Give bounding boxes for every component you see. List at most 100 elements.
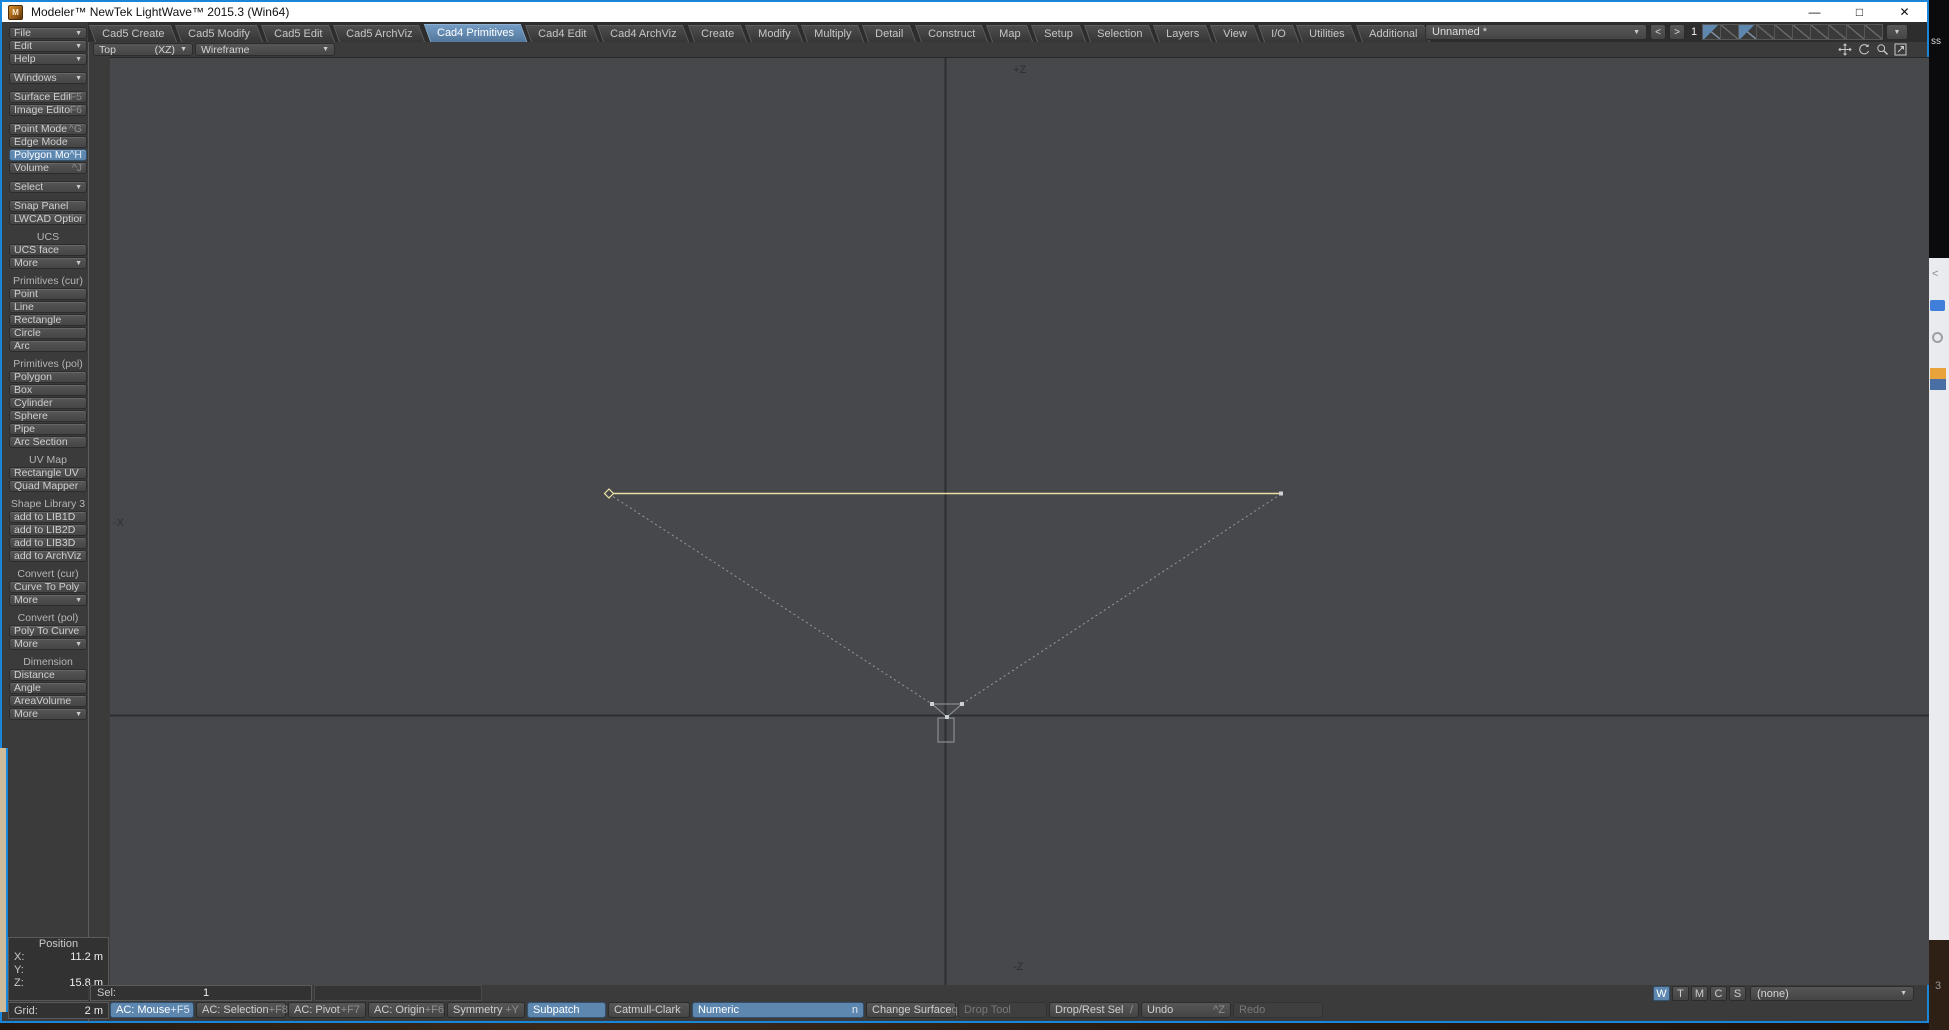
rotate-icon[interactable]: [1857, 43, 1871, 56]
tab-multiply[interactable]: Multiply: [801, 25, 864, 42]
tab-layers[interactable]: Layers: [1153, 25, 1212, 42]
sidebar-item-add-to-lib2d[interactable]: add to LIB2D: [9, 524, 87, 536]
sidebar-item-edge-mode[interactable]: Edge Mode: [9, 136, 87, 148]
sidebar-item-windows[interactable]: Windows▼: [9, 72, 87, 84]
toolbar-numeric[interactable]: Numericn: [692, 1002, 864, 1018]
tab-cad5-modify[interactable]: Cad5 Modify: [175, 25, 263, 42]
sidebar-item-polygon[interactable]: Polygon: [9, 371, 87, 383]
toolbar-change-surface[interactable]: Change Surfaceq: [866, 1002, 956, 1018]
sidebar-item-volume[interactable]: Volume^J: [9, 162, 87, 174]
sidebar-item-point-mode[interactable]: Point Mode^G: [9, 123, 87, 135]
tab-cad4-archviz[interactable]: Cad4 ArchViz: [597, 25, 690, 42]
sidebar-item-snap-panel[interactable]: Snap Panel: [9, 200, 87, 212]
sidebar-item-quad-mapper-uv[interactable]: Quad Mapper UV: [9, 480, 87, 492]
toolbar-ac-origin[interactable]: AC: Origin+F6: [368, 1002, 445, 1018]
toolbar-ac-selection[interactable]: AC: Selection+F8: [196, 1002, 286, 1018]
tab-setup[interactable]: Setup: [1031, 25, 1086, 42]
sidebar-item-surface-editor[interactable]: Surface EditorF5: [9, 91, 87, 103]
sidebar-item-image-editor[interactable]: Image EditorF6: [9, 104, 87, 116]
mode-button-w[interactable]: W: [1653, 986, 1670, 1001]
minimize-button[interactable]: —: [1792, 2, 1837, 22]
tab-construct[interactable]: Construct: [914, 25, 987, 42]
sidebar-item-point[interactable]: Point: [9, 288, 87, 300]
toolbar-catmull-clark[interactable]: Catmull-Clark: [608, 1002, 690, 1018]
sidebar-item-select[interactable]: Select▼: [9, 181, 87, 193]
close-button[interactable]: ✕: [1882, 2, 1927, 22]
tab-additional[interactable]: Additional: [1356, 25, 1431, 42]
toolbar-ac-mouse[interactable]: AC: Mouse+F5: [110, 1002, 194, 1018]
toolbar-symmetry[interactable]: Symmetry+Y: [447, 1002, 525, 1018]
sidebar-item-more[interactable]: More▼: [9, 594, 87, 606]
sidebar-item-more[interactable]: More▼: [9, 708, 87, 720]
sidebar-item-edit[interactable]: Edit▼: [9, 40, 87, 52]
layer-cell-1[interactable]: [1702, 24, 1721, 40]
sidebar-item-polygon-mode[interactable]: Polygon Mode^H: [9, 149, 87, 161]
mode-button-m[interactable]: M: [1691, 986, 1708, 1001]
sidebar-item-more[interactable]: More▼: [9, 638, 87, 650]
sidebar-item-lwcad-options[interactable]: LWCAD Options: [9, 213, 87, 225]
sidebar-item-rectangle-uv[interactable]: Rectangle UV: [9, 467, 87, 479]
vertex-map-dropdown[interactable]: (none) ▼: [1750, 986, 1914, 1001]
layer-cell-7[interactable]: [1810, 24, 1829, 40]
sidebar-item-distance[interactable]: Distance: [9, 669, 87, 681]
layer-cell-9[interactable]: [1846, 24, 1865, 40]
maximize-button[interactable]: □: [1837, 2, 1882, 22]
sidebar-item-curve-to-poly[interactable]: Curve To Poly: [9, 581, 87, 593]
tab-cad5-create[interactable]: Cad5 Create: [89, 25, 178, 42]
tab-view[interactable]: View: [1210, 25, 1260, 42]
tab-utilities[interactable]: Utilities: [1296, 25, 1358, 42]
viewport[interactable]: +Z -X -Z: [110, 57, 1929, 985]
sidebar-item-areavolume[interactable]: AreaVolume: [9, 695, 87, 707]
tab-cad4-edit[interactable]: Cad4 Edit: [525, 25, 600, 42]
tab-cad5-edit[interactable]: Cad5 Edit: [261, 25, 336, 42]
layer-cell-3[interactable]: [1738, 24, 1757, 40]
tab-map[interactable]: Map: [986, 25, 1034, 42]
prev-layer-bank-button[interactable]: <: [1650, 24, 1666, 40]
sidebar-item-add-to-lib3d[interactable]: add to LIB3D: [9, 537, 87, 549]
sidebar-item-box[interactable]: Box: [9, 384, 87, 396]
sidebar-item-line[interactable]: Line: [9, 301, 87, 313]
view-type-dropdown[interactable]: Top (XZ) ▼: [93, 43, 193, 56]
sidebar-item-sphere[interactable]: Sphere: [9, 410, 87, 422]
sidebar-item-poly-to-curve[interactable]: Poly To Curve: [9, 625, 87, 637]
sidebar-item-pipe[interactable]: Pipe: [9, 423, 87, 435]
tab-create[interactable]: Create: [688, 25, 747, 42]
next-layer-bank-button[interactable]: >: [1669, 24, 1685, 40]
mode-button-t[interactable]: T: [1672, 986, 1689, 1001]
sidebar-item-add-to-archviz[interactable]: add to ArchViz: [9, 550, 87, 562]
tab-cad4-primitives[interactable]: Cad4 Primitives: [424, 24, 528, 42]
layer-cell-10[interactable]: [1864, 24, 1883, 40]
sidebar-item-rectangle[interactable]: Rectangle: [9, 314, 87, 326]
render-mode-dropdown[interactable]: Wireframe ▼: [195, 43, 335, 56]
tab-selection[interactable]: Selection: [1084, 25, 1155, 42]
sidebar-item-angle[interactable]: Angle: [9, 682, 87, 694]
sidebar-item-help[interactable]: Help▼: [9, 53, 87, 65]
toolbar-ac-pivot[interactable]: AC: Pivot+F7: [288, 1002, 366, 1018]
mode-button-c[interactable]: C: [1710, 986, 1727, 1001]
toolbar-subpatch[interactable]: Subpatch: [527, 1002, 606, 1018]
tab-cad5-archviz[interactable]: Cad5 ArchViz: [333, 25, 426, 42]
sidebar-item-more[interactable]: More▼: [9, 257, 87, 269]
mode-button-s[interactable]: S: [1729, 986, 1746, 1001]
tab-modify[interactable]: Modify: [745, 25, 804, 42]
tab-i-o[interactable]: I/O: [1258, 25, 1299, 42]
layer-cell-5[interactable]: [1774, 24, 1793, 40]
sidebar-item-ucs-face[interactable]: UCS face: [9, 244, 87, 256]
zoom-icon[interactable]: [1876, 43, 1889, 56]
layer-cell-8[interactable]: [1828, 24, 1847, 40]
sidebar-item-cylinder[interactable]: Cylinder: [9, 397, 87, 409]
sidebar-item-arc[interactable]: Arc: [9, 340, 87, 352]
layer-cell-6[interactable]: [1792, 24, 1811, 40]
maximize-viewport-icon[interactable]: [1894, 43, 1907, 56]
sidebar-item-arc-section[interactable]: Arc Section: [9, 436, 87, 448]
toolbar-drop-rest-sel[interactable]: Drop/Rest Sel/: [1049, 1002, 1139, 1018]
pan-icon[interactable]: [1838, 43, 1852, 56]
layer-cell-2[interactable]: [1720, 24, 1739, 40]
sidebar-item-circle[interactable]: Circle: [9, 327, 87, 339]
object-name-dropdown[interactable]: Unnamed * ▼: [1425, 24, 1647, 40]
sidebar-item-add-to-lib1d[interactable]: add to LIB1D: [9, 511, 87, 523]
tab-detail[interactable]: Detail: [862, 25, 916, 42]
layer-options-dropdown[interactable]: ▼: [1886, 24, 1908, 40]
layer-cell-4[interactable]: [1756, 24, 1775, 40]
toolbar-undo[interactable]: Undo^Z: [1141, 1002, 1231, 1018]
